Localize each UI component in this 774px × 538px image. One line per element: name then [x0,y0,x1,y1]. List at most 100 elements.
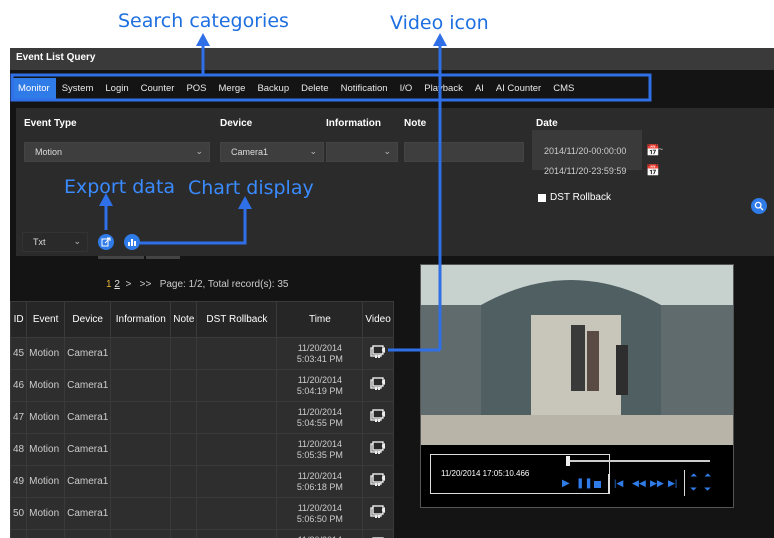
device-select[interactable]: Camera1 ⌄ [220,142,324,162]
tab-cms[interactable]: CMS [547,78,580,100]
export-button[interactable] [98,234,114,250]
speed-up-icon[interactable]: ⏶ [690,470,697,481]
col-device[interactable]: Device [64,301,112,338]
tab-ai[interactable]: AI [469,78,490,100]
cell-time-clock: 5:06:18 PM [296,481,343,492]
video-icon[interactable] [370,409,386,423]
calendar-icon[interactable]: 📅 [646,164,660,177]
divider [608,474,609,494]
video-frame [421,265,733,445]
event-type-select[interactable]: Motion ⌄ [24,142,210,162]
cell-event: Motion [26,529,66,538]
rewind-icon[interactable]: ◀◀ [632,478,646,489]
col-video[interactable]: Video [362,301,394,338]
cell-time-clock: 5:04:19 PM [296,385,343,396]
skip-start-icon[interactable]: |◀ [614,478,623,489]
cell-time-clock: 5:03:41 PM [296,353,343,364]
note-label: Note [404,118,427,129]
speed-down-icon[interactable]: ⏷ [690,484,697,495]
tab-system[interactable]: System [56,78,100,100]
tab-counter[interactable]: Counter [135,78,181,100]
cell-dst-rollback [196,337,278,370]
pause-icon[interactable]: ❚❚ [576,478,593,489]
cell-note [170,369,198,402]
speed-down-2-icon[interactable]: ⏷ [704,484,711,495]
tab-i-o[interactable]: I/O [394,78,419,100]
col-event[interactable]: Event [26,301,66,338]
tab-backup[interactable]: Backup [251,78,295,100]
next-page-button[interactable]: > [125,279,131,290]
table-row[interactable]: 47 Motion Camera1 11/20/2014 5:04:55 PM [9,401,394,434]
col-id[interactable]: ID [9,301,28,338]
divider [146,256,180,259]
cell-time-clock: 5:05:35 PM [296,449,343,460]
cell-video [362,529,394,538]
table-row[interactable]: 46 Motion Camera1 11/20/2014 5:04:19 PM [9,369,394,402]
table-header-row: ID Event Device Information Note DST Rol… [9,301,394,338]
cell-device: Camera1 [64,401,112,434]
table-row[interactable]: 48 Motion Camera1 11/20/2014 5:05:35 PM [9,433,394,466]
cell-device: Camera1 [64,369,112,402]
tab-playback[interactable]: Playback [418,78,469,100]
playback-progress-track[interactable] [566,460,710,462]
page-1-link[interactable]: 1 [106,279,112,290]
note-input[interactable] [404,142,524,162]
tab-login[interactable]: Login [99,78,134,100]
table-row[interactable]: 50 Motion Camera1 11/20/2014 5:06:50 PM [9,497,394,530]
skip-end-icon[interactable]: ▶| [668,478,677,489]
video-icon[interactable] [370,473,386,487]
tab-monitor[interactable]: Monitor [12,78,56,100]
cell-time: 11/20/2014 5:03:41 PM [276,337,364,370]
category-tabs: Monitor System Login Counter POS Merge Backup D… [12,78,650,100]
cell-id: 46 [9,369,28,402]
information-select[interactable]: ⌄ [326,142,398,162]
table-row[interactable]: 49 Motion Camera1 11/20/2014 5:06:18 PM [9,465,394,498]
event-type-label: Event Type [24,118,77,129]
tab-merge[interactable]: Merge [213,78,252,100]
date-from[interactable]: 2014/11/20-00:00:00 [544,146,626,156]
tab-ai-counter[interactable]: AI Counter [490,78,547,100]
speed-up-2-icon[interactable]: ⏶ [704,470,711,481]
table-row[interactable]: 45 Motion Camera1 11/20/2014 5:03:41 PM [9,337,394,370]
dst-rollback-checkbox[interactable] [538,194,546,202]
cell-event: Motion [26,465,66,498]
tab-delete[interactable]: Delete [295,78,334,100]
video-icon[interactable] [370,377,386,391]
play-icon[interactable]: ▶ [562,478,570,489]
stop-icon[interactable] [594,481,601,488]
cell-id: 51 [9,529,28,538]
video-timestamp: 11/20/2014 17:05:10.466 [441,469,530,478]
col-note[interactable]: Note [170,301,198,338]
cell-information [110,465,172,498]
col-time[interactable]: Time [276,301,364,338]
cell-time-date: 11/20/2014 [297,438,343,449]
playback-progress-thumb[interactable] [566,456,570,466]
col-information[interactable]: Information [110,301,172,338]
cell-id: 50 [9,497,28,530]
table-row[interactable]: 51MotionCamera1 11/20/20145:07:30 PM [9,529,394,538]
last-page-button[interactable]: >> [140,279,152,290]
range-tilde: ~ [658,144,664,154]
tab-pos[interactable]: POS [180,78,212,100]
video-icon[interactable] [370,441,386,455]
cell-id: 48 [9,433,28,466]
cell-device: Camera1 [64,529,112,538]
col-dst-rollback[interactable]: DST Rollback [196,301,278,338]
cell-time-clock: 5:06:50 PM [296,513,343,524]
video-icon[interactable] [370,345,386,359]
export-format-select[interactable]: Txt ⌄ [22,232,88,252]
search-button[interactable] [751,198,767,214]
tab-notification[interactable]: Notification [335,78,394,100]
cell-device: Camera1 [64,337,112,370]
fast-forward-icon[interactable]: ▶▶ [650,478,664,489]
video-icon[interactable] [370,505,386,519]
cell-event: Motion [26,497,66,530]
cell-information [110,369,172,402]
information-label: Information [326,118,381,129]
page-2-link[interactable]: 2 [114,279,120,290]
date-to[interactable]: 2014/11/20-23:59:59 [544,166,626,176]
chart-button[interactable] [124,234,140,250]
cell-time-clock: 5:04:55 PM [296,417,343,428]
chevron-down-icon: ⌄ [383,146,391,156]
export-format-value: Txt [33,237,46,247]
